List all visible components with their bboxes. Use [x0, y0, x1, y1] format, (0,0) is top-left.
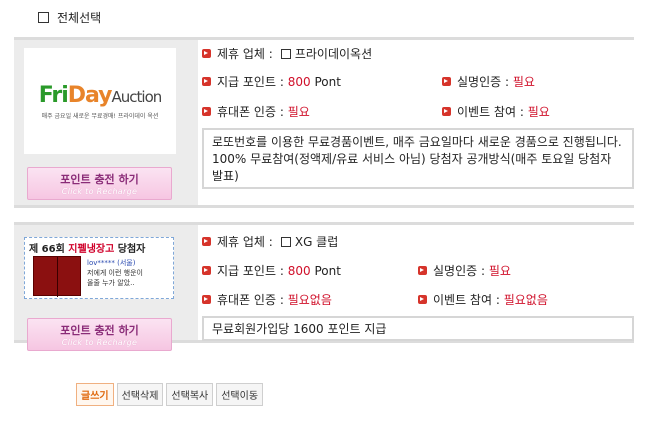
arrow-bullet-icon — [442, 107, 451, 116]
refrigerator-image — [33, 256, 81, 297]
partner-checkbox[interactable] — [280, 236, 291, 247]
list-item: 제 66회 지펠냉장고 당첨자 lov***** (서울) 저에게 이런 행운이… — [14, 222, 634, 351]
move-selected-button[interactable]: 선택이동 — [216, 383, 264, 406]
realname-row: 실명인증 : 필요 — [418, 262, 511, 279]
partner-row: 제휴 업체 : 프라이데이옥션 — [202, 45, 372, 62]
arrow-bullet-icon — [202, 107, 211, 116]
arrow-bullet-icon — [202, 295, 211, 304]
logo-wordmark: FriDayAuction — [38, 82, 163, 108]
partner-logo[interactable]: FriDayAuction 매주 금요일 새로운 무료경매! 프라이데이 옥션 — [24, 48, 176, 154]
description-box: 로또번호를 이용한 무료경품이벤트, 매주 금요일마다 새로운 경품으로 진행됩… — [202, 128, 634, 189]
phone-row: 휴대폰 인증 : 필요없음 — [202, 291, 332, 308]
partner-name: XG 클럽 — [294, 235, 339, 249]
event-value: 필요 — [527, 105, 550, 119]
write-button[interactable]: 글쓰기 — [76, 383, 114, 406]
partner-name: 프라이데이옥션 — [294, 47, 373, 61]
phone-row: 휴대폰 인증 : 필요 — [202, 103, 310, 120]
arrow-bullet-icon — [442, 77, 451, 86]
select-all[interactable]: 전체선택 — [38, 9, 101, 26]
partner-checkbox[interactable] — [280, 48, 291, 59]
thumbnail-area: 제 66회 지펠냉장고 당첨자 lov***** (서울) 저에게 이런 행운이… — [14, 225, 198, 351]
event-value: 필요없음 — [503, 293, 548, 307]
select-all-label: 전체선택 — [57, 11, 102, 25]
realname-value: 필요 — [488, 264, 511, 278]
realname-value: 필요 — [512, 75, 535, 89]
logo-tagline: 매주 금요일 새로운 무료경매! 프라이데이 옥션 — [41, 112, 159, 120]
thumbnail-area: FriDayAuction 매주 금요일 새로운 무료경매! 프라이데이 옥션 … — [14, 40, 198, 205]
arrow-bullet-icon — [202, 49, 211, 58]
arrow-bullet-icon — [202, 77, 211, 86]
description-box: 무료회원가입당 1600 포인트 지급 — [202, 316, 634, 341]
banner-text: lov***** (서울) 저에게 이런 행운이 올줄 누가 알았.. — [87, 259, 143, 287]
phone-value: 필요 — [287, 105, 310, 119]
phone-value: 필요없음 — [287, 293, 332, 307]
select-all-checkbox[interactable] — [38, 12, 49, 23]
partner-row: 제휴 업체 : XG 클럽 — [202, 233, 338, 250]
winner-banner[interactable]: 제 66회 지펠냉장고 당첨자 lov***** (서울) 저에게 이런 행운이… — [24, 237, 174, 299]
delete-selected-button[interactable]: 선택삭제 — [116, 383, 164, 406]
arrow-bullet-icon — [202, 266, 211, 275]
list-item: FriDayAuction 매주 금요일 새로운 무료경매! 프라이데이 옥션 … — [14, 37, 634, 208]
copy-selected-button[interactable]: 선택복사 — [166, 383, 214, 406]
arrow-bullet-icon — [418, 295, 427, 304]
points-value: 800 — [287, 263, 311, 278]
event-row: 이벤트 참여 : 필요 — [442, 103, 550, 120]
banner-title: 제 66회 지펠냉장고 당첨자 — [29, 244, 146, 255]
points-value: 800 — [287, 74, 311, 89]
action-bar: 글쓰기 선택삭제 선택복사 선택이동 — [76, 383, 264, 406]
arrow-bullet-icon — [418, 266, 427, 275]
realname-row: 실명인증 : 필요 — [442, 73, 535, 90]
points-row: 지급 포인트 : 800 Pont — [202, 262, 341, 279]
recharge-button[interactable]: 포인트 충전 하기 Click to Recharge — [27, 318, 172, 351]
event-row: 이벤트 참여 : 필요없음 — [418, 291, 548, 308]
recharge-button[interactable]: 포인트 충전 하기 Click to Recharge — [27, 167, 172, 200]
points-row: 지급 포인트 : 800 Pont — [202, 73, 341, 90]
arrow-bullet-icon — [202, 237, 211, 246]
